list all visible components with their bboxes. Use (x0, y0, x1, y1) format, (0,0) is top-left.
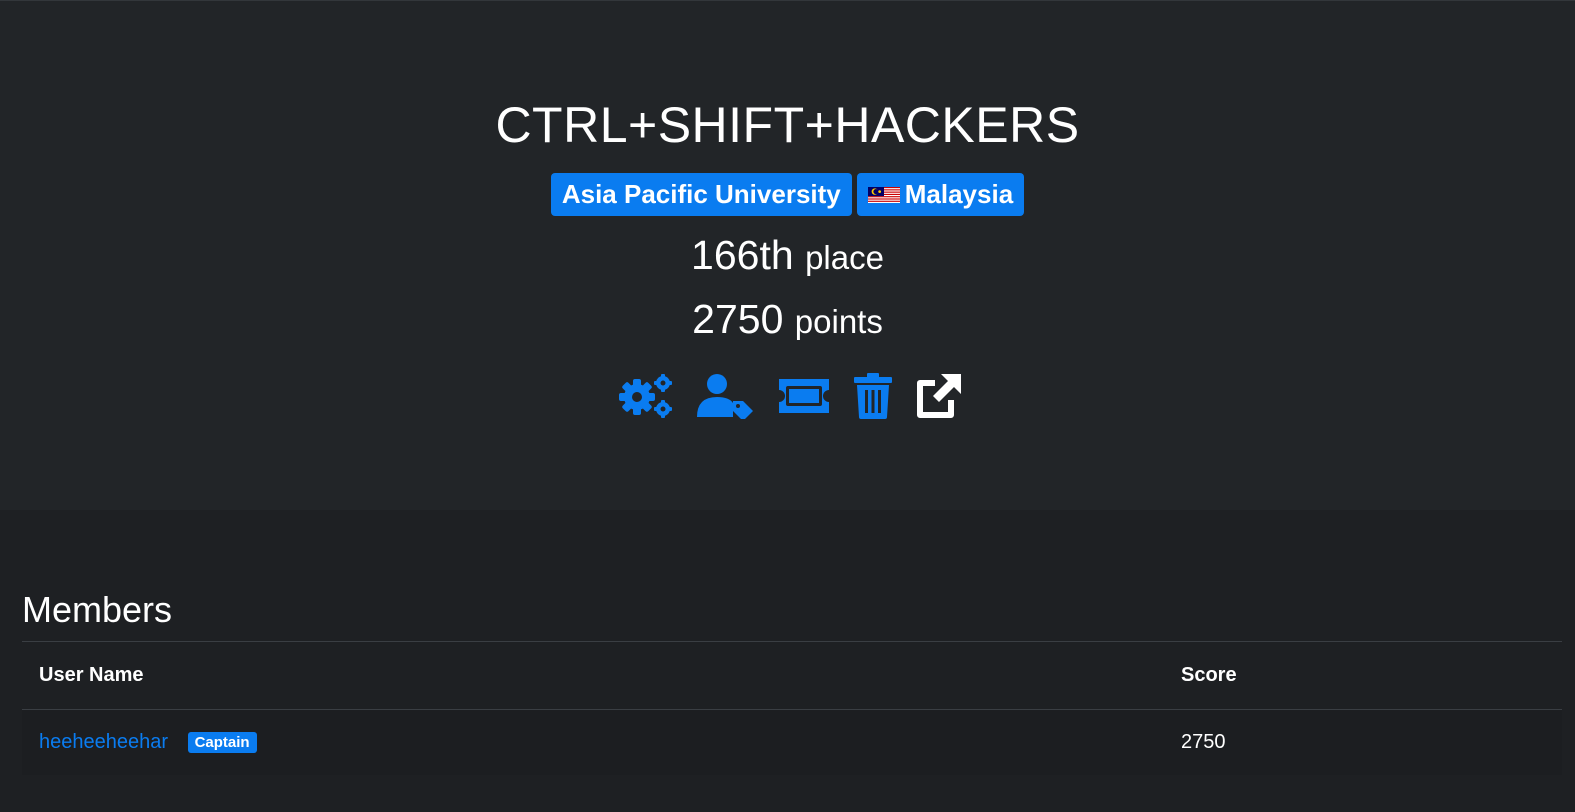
captain-badge: Captain (187, 731, 257, 753)
open-public-page-button[interactable] (915, 373, 963, 419)
points-value: 2750 (692, 296, 784, 342)
user-tag-icon (696, 374, 753, 419)
member-name-cell: heeheeheehar Captain (22, 709, 1164, 775)
delete-team-button[interactable] (853, 373, 893, 419)
external-link-icon (916, 374, 961, 418)
place-unit: place (805, 239, 884, 276)
assign-captain-button[interactable] (696, 373, 755, 419)
table-row: heeheeheehar Captain 2750 (22, 709, 1562, 775)
settings-button[interactable] (617, 373, 675, 419)
invite-button[interactable] (777, 373, 831, 419)
team-points: 2750 points (0, 293, 1575, 348)
team-actions (0, 373, 1575, 419)
affiliation-badge: Asia Pacific University (550, 173, 852, 216)
country-label: Malaysia (904, 179, 1014, 209)
malaysia-flag-icon (867, 186, 900, 203)
country-badge: Malaysia (856, 173, 1025, 216)
members-title: Members (22, 585, 1562, 642)
members-table: User Name Score heeheeheehar Captain 275… (22, 642, 1562, 775)
team-place: 166th place (0, 229, 1575, 284)
team-header: CTRL+SHIFT+HACKERS Asia Pacific Universi… (0, 0, 1575, 510)
column-score: Score (1181, 663, 1237, 686)
table-header-row: User Name Score (22, 642, 1562, 709)
place-value: 166th (691, 232, 794, 278)
trash-icon (853, 373, 892, 419)
member-link[interactable]: heeheeheehar (39, 731, 168, 753)
team-badges: Asia Pacific University Malaysia (0, 173, 1575, 216)
column-user-name: User Name (39, 663, 144, 686)
team-name: CTRL+SHIFT+HACKERS (495, 97, 1080, 153)
members-section: Members User Name Score heeheeheehar Cap… (22, 585, 1562, 775)
member-score-cell: 2750 (1181, 730, 1226, 753)
points-unit: points (794, 303, 883, 340)
ticket-icon (778, 379, 829, 413)
gears-icon (618, 374, 672, 418)
